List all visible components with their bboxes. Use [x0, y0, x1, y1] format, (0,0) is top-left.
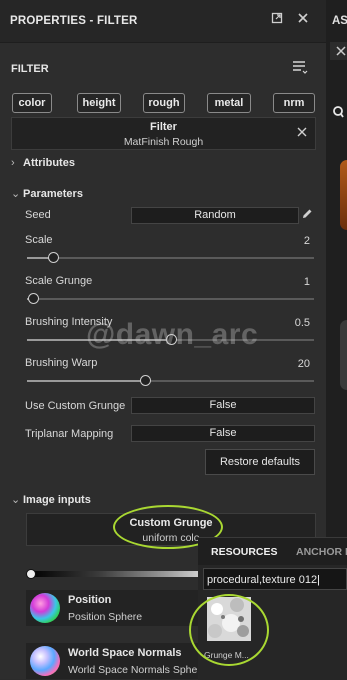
brushing-warp-label: Brushing Warp	[25, 357, 98, 369]
assets-close-icon[interactable]	[330, 42, 347, 60]
search-query: procedural,texture 012	[207, 574, 318, 586]
attributes-group-header[interactable]: › Attributes	[11, 157, 75, 169]
scale-grunge-slider[interactable]	[27, 293, 314, 304]
input-name: Position	[68, 594, 112, 606]
seed-field[interactable]: Random	[131, 207, 299, 224]
brushing-warp-slider-fill	[27, 380, 145, 382]
tag-nrm[interactable]: nrm	[273, 93, 315, 113]
gradient-bar	[30, 571, 200, 577]
input-sub: Position Sphere	[68, 611, 143, 623]
asset-thumbnail[interactable]	[340, 160, 347, 230]
watermark-text: @dawn_arc	[86, 318, 259, 351]
seed-label: Seed	[25, 209, 51, 221]
tab-resources[interactable]: RESOURCES	[211, 546, 278, 558]
brushing-warp-slider[interactable]	[27, 375, 314, 386]
scale-value: 2	[303, 235, 310, 247]
tag-rough[interactable]: rough	[143, 93, 185, 113]
normals-sphere-icon	[30, 646, 60, 676]
pencil-edit-icon[interactable]	[302, 208, 313, 222]
image-inputs-group-header[interactable]: ⌄ Image inputs	[11, 493, 91, 506]
chevron-down-icon: ⌄	[11, 494, 21, 506]
input-name: World Space Normals	[68, 647, 182, 659]
use-custom-grunge-label: Use Custom Grunge	[25, 400, 126, 412]
resources-search-input[interactable]: procedural,texture 012|	[203, 568, 347, 590]
hamburger-menu-icon[interactable]	[292, 60, 308, 77]
brushing-warp-value: 20	[297, 358, 310, 370]
scale-slider-handle[interactable]	[48, 252, 59, 263]
tag-color[interactable]: color	[12, 93, 52, 113]
close-icon[interactable]	[296, 12, 310, 26]
filter-resource-slot[interactable]: Filter MatFinish Rough	[11, 117, 316, 150]
scale-slider[interactable]	[27, 252, 314, 263]
scale-grunge-value: 1	[303, 276, 310, 288]
tab-anchor-points[interactable]: ANCHOR P	[296, 546, 347, 558]
scale-grunge-slider-handle[interactable]	[28, 293, 39, 304]
triplanar-mapping-label: Triplanar Mapping	[25, 428, 114, 440]
scale-grunge-label: Scale Grunge	[25, 275, 93, 287]
use-custom-grunge-dropdown[interactable]: False	[131, 397, 315, 414]
input-sub: World Space Normals Sphe	[68, 664, 198, 676]
image-inputs-title: Image inputs	[23, 494, 91, 506]
remove-filter-icon[interactable]	[297, 124, 307, 140]
brushing-intensity-value: 0.5	[294, 317, 310, 329]
float-window-icon[interactable]	[270, 12, 284, 26]
assets-tab-label[interactable]: AS	[332, 15, 347, 27]
parameters-title: Parameters	[23, 188, 83, 200]
asset-thumbnail[interactable]	[340, 320, 347, 390]
filter-section-title: FILTER	[11, 63, 49, 75]
triplanar-mapping-dropdown[interactable]: False	[131, 425, 315, 442]
tag-height[interactable]: height	[77, 93, 121, 113]
brushing-warp-slider-handle[interactable]	[140, 375, 151, 386]
attributes-title: Attributes	[23, 157, 75, 169]
position-sphere-icon	[30, 593, 60, 623]
panel-header: PROPERTIES - FILTER	[0, 0, 326, 43]
highlight-circle	[189, 594, 269, 666]
chevron-down-icon: ⌄	[11, 188, 21, 200]
restore-defaults-button[interactable]: Restore defaults	[205, 449, 315, 475]
input-world-space-normals[interactable]: World Space Normals World Space Normals …	[26, 643, 201, 679]
panel-title: PROPERTIES - FILTER	[10, 15, 138, 27]
chevron-right-icon: ›	[11, 157, 15, 169]
filter-label: Filter	[150, 121, 177, 133]
gradient-handle[interactable]	[26, 569, 36, 579]
scale-label: Scale	[25, 234, 53, 246]
filter-name: MatFinish Rough	[123, 136, 204, 148]
tag-metal[interactable]: metal	[207, 93, 251, 113]
resources-tabbar: RESOURCES ANCHOR P	[198, 538, 347, 565]
search-icon[interactable]	[332, 105, 345, 119]
parameters-group-header[interactable]: ⌄ Parameters	[11, 187, 83, 200]
input-position[interactable]: Position Position Sphere	[26, 590, 201, 626]
